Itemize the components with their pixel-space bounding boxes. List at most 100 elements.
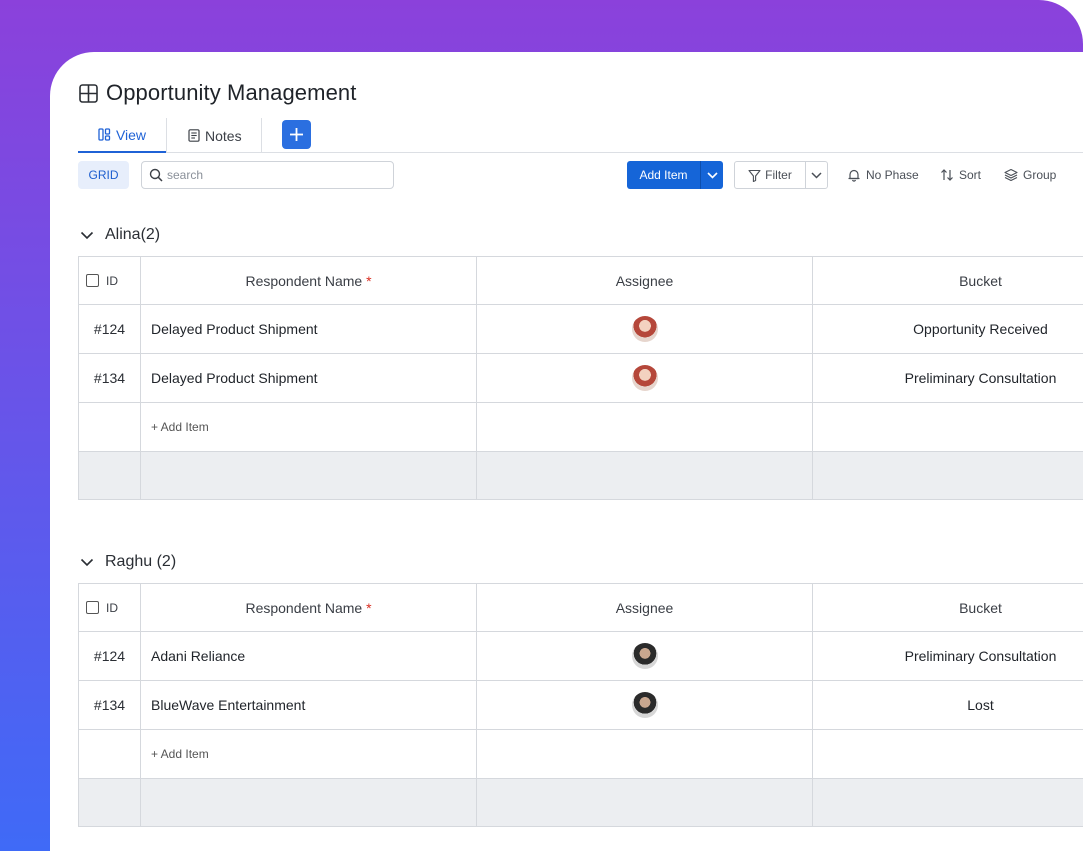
- view-icon: [98, 128, 111, 141]
- add-view-button[interactable]: [282, 120, 311, 149]
- assignee-cell[interactable]: [476, 304, 813, 354]
- column-header-bucket[interactable]: Bucket: [812, 256, 1083, 305]
- no-phase-label: No Phase: [866, 168, 919, 182]
- chevron-down-icon: [811, 171, 822, 179]
- required-marker: *: [366, 599, 372, 616]
- footer-cell: [140, 778, 477, 827]
- sort-label: Sort: [959, 168, 982, 182]
- column-header-name[interactable]: Respondent Name *: [140, 583, 477, 632]
- table-row[interactable]: #134 Delayed Product Shipment Preliminar…: [78, 353, 1083, 403]
- group-button[interactable]: Group: [1004, 161, 1056, 189]
- row-id: #134: [78, 353, 141, 403]
- filter-icon: [748, 169, 761, 182]
- required-marker: *: [366, 272, 372, 289]
- column-header-id-label: ID: [106, 273, 118, 288]
- column-header-bucket[interactable]: Bucket: [812, 583, 1083, 632]
- app-window: Opportunity Management View Notes GRID s…: [50, 52, 1083, 851]
- assignee-cell[interactable]: [476, 353, 813, 403]
- empty-cell: [812, 729, 1083, 779]
- group-header-raghu[interactable]: Raghu (2): [80, 553, 176, 571]
- row-id: #124: [78, 304, 141, 354]
- bell-icon: [848, 169, 860, 182]
- plus-icon: [290, 128, 303, 141]
- row-id: #134: [78, 680, 141, 730]
- add-item-label: Add Item: [639, 168, 688, 182]
- footer-cell: [78, 451, 141, 500]
- chevron-down-icon: [80, 231, 94, 239]
- footer-cell: [476, 778, 813, 827]
- notes-icon: [188, 129, 200, 142]
- column-header-id: ID: [78, 583, 141, 632]
- respondent-name[interactable]: Delayed Product Shipment: [140, 304, 477, 354]
- data-table: ID Respondent Name * Assignee Bucket #12…: [78, 583, 1083, 827]
- table-footer-row: [78, 778, 1083, 827]
- avatar[interactable]: [631, 643, 658, 669]
- table-row[interactable]: #134 BlueWave Entertainment Lost: [78, 680, 1083, 730]
- add-item-link[interactable]: + Add Item: [140, 402, 477, 452]
- view-tabs: View Notes: [78, 118, 1083, 153]
- assignee-cell[interactable]: [476, 631, 813, 681]
- footer-cell: [140, 451, 477, 500]
- filter-main[interactable]: Filter: [735, 168, 805, 182]
- sort-icon: [941, 169, 953, 181]
- respondent-name[interactable]: Delayed Product Shipment: [140, 353, 477, 403]
- table-header-row: ID Respondent Name * Assignee Bucket: [78, 256, 1083, 305]
- assignee-cell[interactable]: [476, 680, 813, 730]
- tab-view[interactable]: View: [78, 118, 166, 153]
- search-box: [141, 161, 394, 189]
- chevron-down-icon: [706, 171, 718, 179]
- empty-cell: [78, 402, 141, 452]
- page-title: Opportunity Management: [106, 80, 357, 105]
- bucket-cell[interactable]: Lost: [812, 680, 1083, 730]
- group-title: Alina(2): [105, 226, 161, 243]
- group-header-alina[interactable]: Alina(2): [80, 226, 160, 244]
- respondent-name[interactable]: Adani Reliance: [140, 631, 477, 681]
- column-header-id: ID: [78, 256, 141, 305]
- bucket-cell[interactable]: Preliminary Consultation: [812, 631, 1083, 681]
- column-header-name[interactable]: Respondent Name *: [140, 256, 477, 305]
- add-item-link[interactable]: + Add Item: [140, 729, 477, 779]
- avatar[interactable]: [631, 365, 658, 391]
- sort-button[interactable]: Sort: [940, 161, 981, 189]
- add-item-button[interactable]: Add Item: [627, 161, 723, 189]
- empty-cell: [78, 729, 141, 779]
- footer-cell: [812, 778, 1083, 827]
- avatar[interactable]: [631, 316, 658, 342]
- search-icon: [149, 168, 163, 182]
- filter-dropdown[interactable]: [806, 171, 827, 179]
- table-row[interactable]: #124 Adani Reliance Preliminary Consulta…: [78, 631, 1083, 681]
- chevron-down-icon: [80, 558, 94, 566]
- search-input[interactable]: [167, 168, 382, 182]
- footer-cell: [78, 778, 141, 827]
- column-header-assignee[interactable]: Assignee: [476, 256, 813, 305]
- empty-cell: [812, 402, 1083, 452]
- column-header-name-label: Respondent Name: [245, 599, 363, 616]
- table-header-row: ID Respondent Name * Assignee Bucket: [78, 583, 1083, 632]
- grid-view-button[interactable]: GRID: [78, 161, 129, 189]
- table-row[interactable]: #124 Delayed Product Shipment Opportunit…: [78, 304, 1083, 354]
- bucket-cell[interactable]: Preliminary Consultation: [812, 353, 1083, 403]
- footer-cell: [812, 451, 1083, 500]
- add-item-dropdown[interactable]: [701, 171, 723, 179]
- avatar[interactable]: [631, 692, 658, 718]
- filter-label: Filter: [765, 168, 792, 182]
- footer-cell: [476, 451, 813, 500]
- empty-cell: [476, 402, 813, 452]
- empty-cell: [476, 729, 813, 779]
- tab-notes[interactable]: Notes: [188, 118, 242, 153]
- column-header-name-label: Respondent Name: [245, 272, 363, 289]
- respondent-name[interactable]: BlueWave Entertainment: [140, 680, 477, 730]
- row-id: #124: [78, 631, 141, 681]
- select-all-checkbox[interactable]: [86, 274, 99, 288]
- toolbar: GRID Add Item Filter: [78, 161, 1083, 191]
- data-table: ID Respondent Name * Assignee Bucket #12…: [78, 256, 1083, 500]
- bucket-cell[interactable]: Opportunity Received: [812, 304, 1083, 354]
- add-item-row: + Add Item: [78, 402, 1083, 452]
- no-phase-button[interactable]: No Phase: [847, 161, 919, 189]
- column-header-id-label: ID: [106, 600, 118, 615]
- select-all-checkbox[interactable]: [86, 601, 99, 615]
- filter-button[interactable]: Filter: [734, 161, 828, 189]
- column-header-assignee[interactable]: Assignee: [476, 583, 813, 632]
- tab-divider: [261, 118, 262, 152]
- table-layout-icon: [79, 83, 98, 103]
